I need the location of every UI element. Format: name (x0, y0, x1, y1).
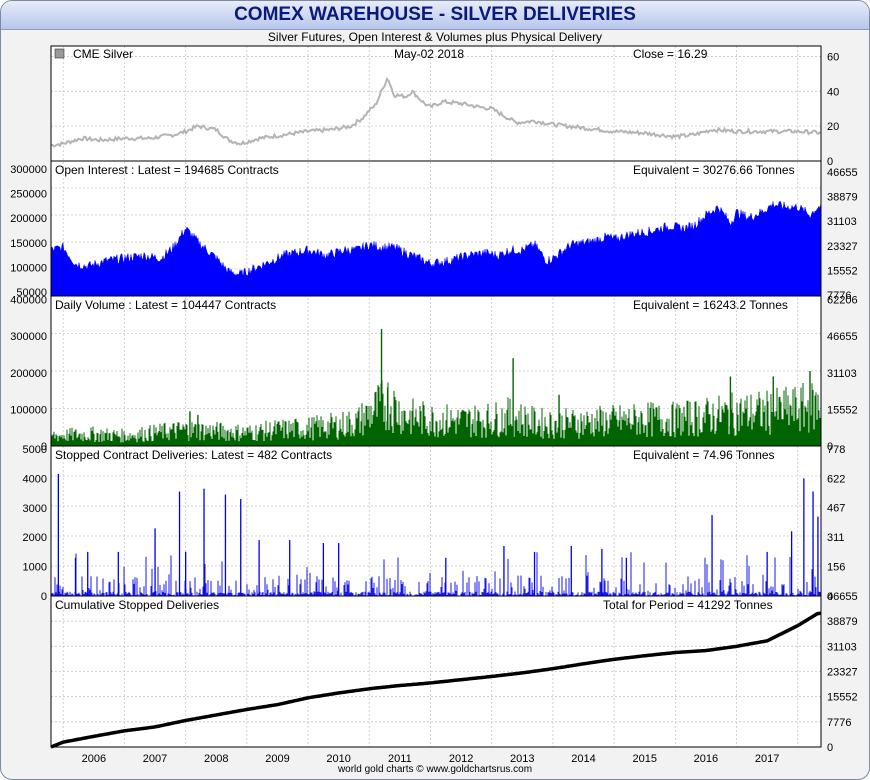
oi-right-tick: 15552 (827, 265, 858, 277)
deliveries-equivalent: Equivalent = 74.96 Tonnes (633, 448, 775, 462)
volume-left-tick: 300000 (10, 331, 47, 343)
cumulative-legend: Cumulative Stopped Deliveries (55, 598, 219, 612)
oi-left-tick: 300000 (10, 164, 47, 176)
legend-swatch (54, 48, 65, 59)
cumulative-total: Total for Period = 41292 Tonnes (603, 598, 773, 612)
cumulative-right-tick: 31103 (827, 641, 857, 653)
deliveries-right-tick: 311 (827, 532, 845, 544)
price-right-tick: 40 (827, 86, 839, 98)
footer-credit: world gold charts © www.goldchartsrus.co… (337, 764, 533, 775)
volume-left-tick: 200000 (10, 368, 47, 380)
volume-left-tick: 400000 (10, 295, 47, 307)
cumulative-right-tick: 23327 (827, 667, 858, 679)
cumulative-right-tick: 15552 (827, 692, 858, 704)
deliveries-right-tick: 622 (827, 473, 845, 485)
deliveries-left-tick: 0 (41, 591, 47, 603)
panel-bg-3 (51, 446, 821, 596)
oi-left-tick: 150000 (10, 238, 47, 250)
price-right-tick: 20 (827, 121, 839, 133)
cumulative-right-tick: 0 (827, 742, 833, 754)
deliveries-right-tick: 156 (827, 562, 845, 574)
oi-left-tick: 100000 (10, 262, 47, 274)
volume-left-tick: 100000 (10, 404, 47, 416)
price-right-tick: 60 (827, 51, 839, 63)
cumulative-right-tick: 7776 (827, 717, 851, 729)
price-close-label: Close = 16.29 (633, 47, 708, 61)
chart-window: COMEX WAREHOUSE - SILVER DELIVERIES Silv… (0, 0, 870, 780)
oi-right-tick: 31103 (827, 216, 857, 228)
deliveries-left-tick: 5000 (23, 444, 47, 456)
deliveries-left-tick: 3000 (23, 503, 47, 515)
volume-right-tick: 31103 (827, 368, 857, 380)
volume-equivalent: Equivalent = 16243.2 Tonnes (633, 298, 788, 312)
oi-left-tick: 250000 (10, 189, 47, 201)
volume-legend: Daily Volume : Latest = 104447 Contracts (55, 298, 276, 312)
oi-left-tick: 200000 (10, 213, 47, 225)
price-legend: CME Silver (73, 47, 133, 61)
oi-right-tick: 23327 (827, 241, 858, 253)
open-interest-equivalent: Equivalent = 30276.66 Tonnes (633, 163, 795, 177)
volume-right-tick: 62206 (827, 295, 858, 307)
cumulative-right-tick: 38879 (827, 616, 858, 628)
deliveries-left-tick: 1000 (23, 562, 47, 574)
volume-right-tick: 46655 (827, 331, 858, 343)
cumulative-right-tick: 46655 (827, 591, 858, 603)
deliveries-left-tick: 4000 (23, 473, 47, 485)
oi-right-tick: 38879 (827, 192, 858, 204)
volume-right-tick: 15552 (827, 404, 858, 416)
deliveries-right-tick: 467 (827, 503, 845, 515)
deliveries-right-tick: 778 (827, 444, 845, 456)
price-date-label: May-02 2018 (394, 47, 464, 61)
deliveries-legend: Stopped Contract Deliveries: Latest = 48… (55, 448, 332, 462)
oi-right-tick: 46655 (827, 167, 858, 179)
open-interest-legend: Open Interest : Latest = 194685 Contract… (55, 163, 279, 177)
deliveries-left-tick: 2000 (23, 532, 47, 544)
chart-canvas: CME Silver May-02 2018 Close = 16.29 60 40 20… (10, 45, 858, 765)
